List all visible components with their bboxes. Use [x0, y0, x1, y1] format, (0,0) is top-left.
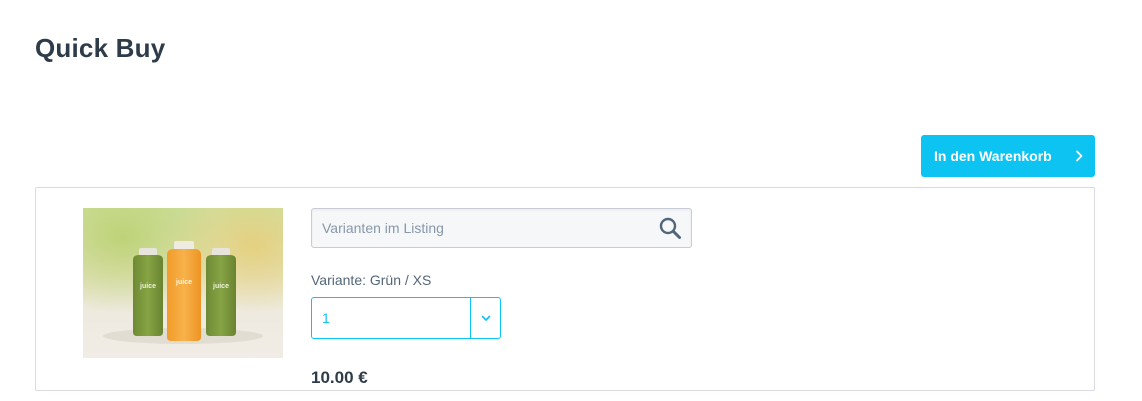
page-title: Quick Buy	[35, 33, 166, 63]
quantity-value: 1	[322, 310, 330, 326]
chevron-right-icon	[1063, 150, 1095, 162]
bottle-label-middle: juice	[175, 279, 192, 286]
variant-search	[311, 208, 692, 248]
bottle-label-right: juice	[212, 283, 229, 290]
chevron-down-icon[interactable]	[471, 298, 500, 338]
quantity-select[interactable]: 1	[311, 297, 501, 339]
add-to-cart-button[interactable]: In den Warenkorb	[921, 135, 1095, 177]
variant-label: Variante: Grün / XS	[311, 272, 432, 288]
add-to-cart-label: In den Warenkorb	[934, 148, 1052, 164]
product-image[interactable]: juice juice juice	[83, 208, 283, 358]
product-box: juice juice juice Variante: Grün / XS 1 …	[35, 187, 1095, 391]
bottle-label-left: juice	[139, 283, 156, 290]
product-price: 10.00 €	[311, 368, 368, 387]
variant-search-input[interactable]	[312, 209, 652, 247]
search-icon[interactable]	[655, 214, 685, 242]
